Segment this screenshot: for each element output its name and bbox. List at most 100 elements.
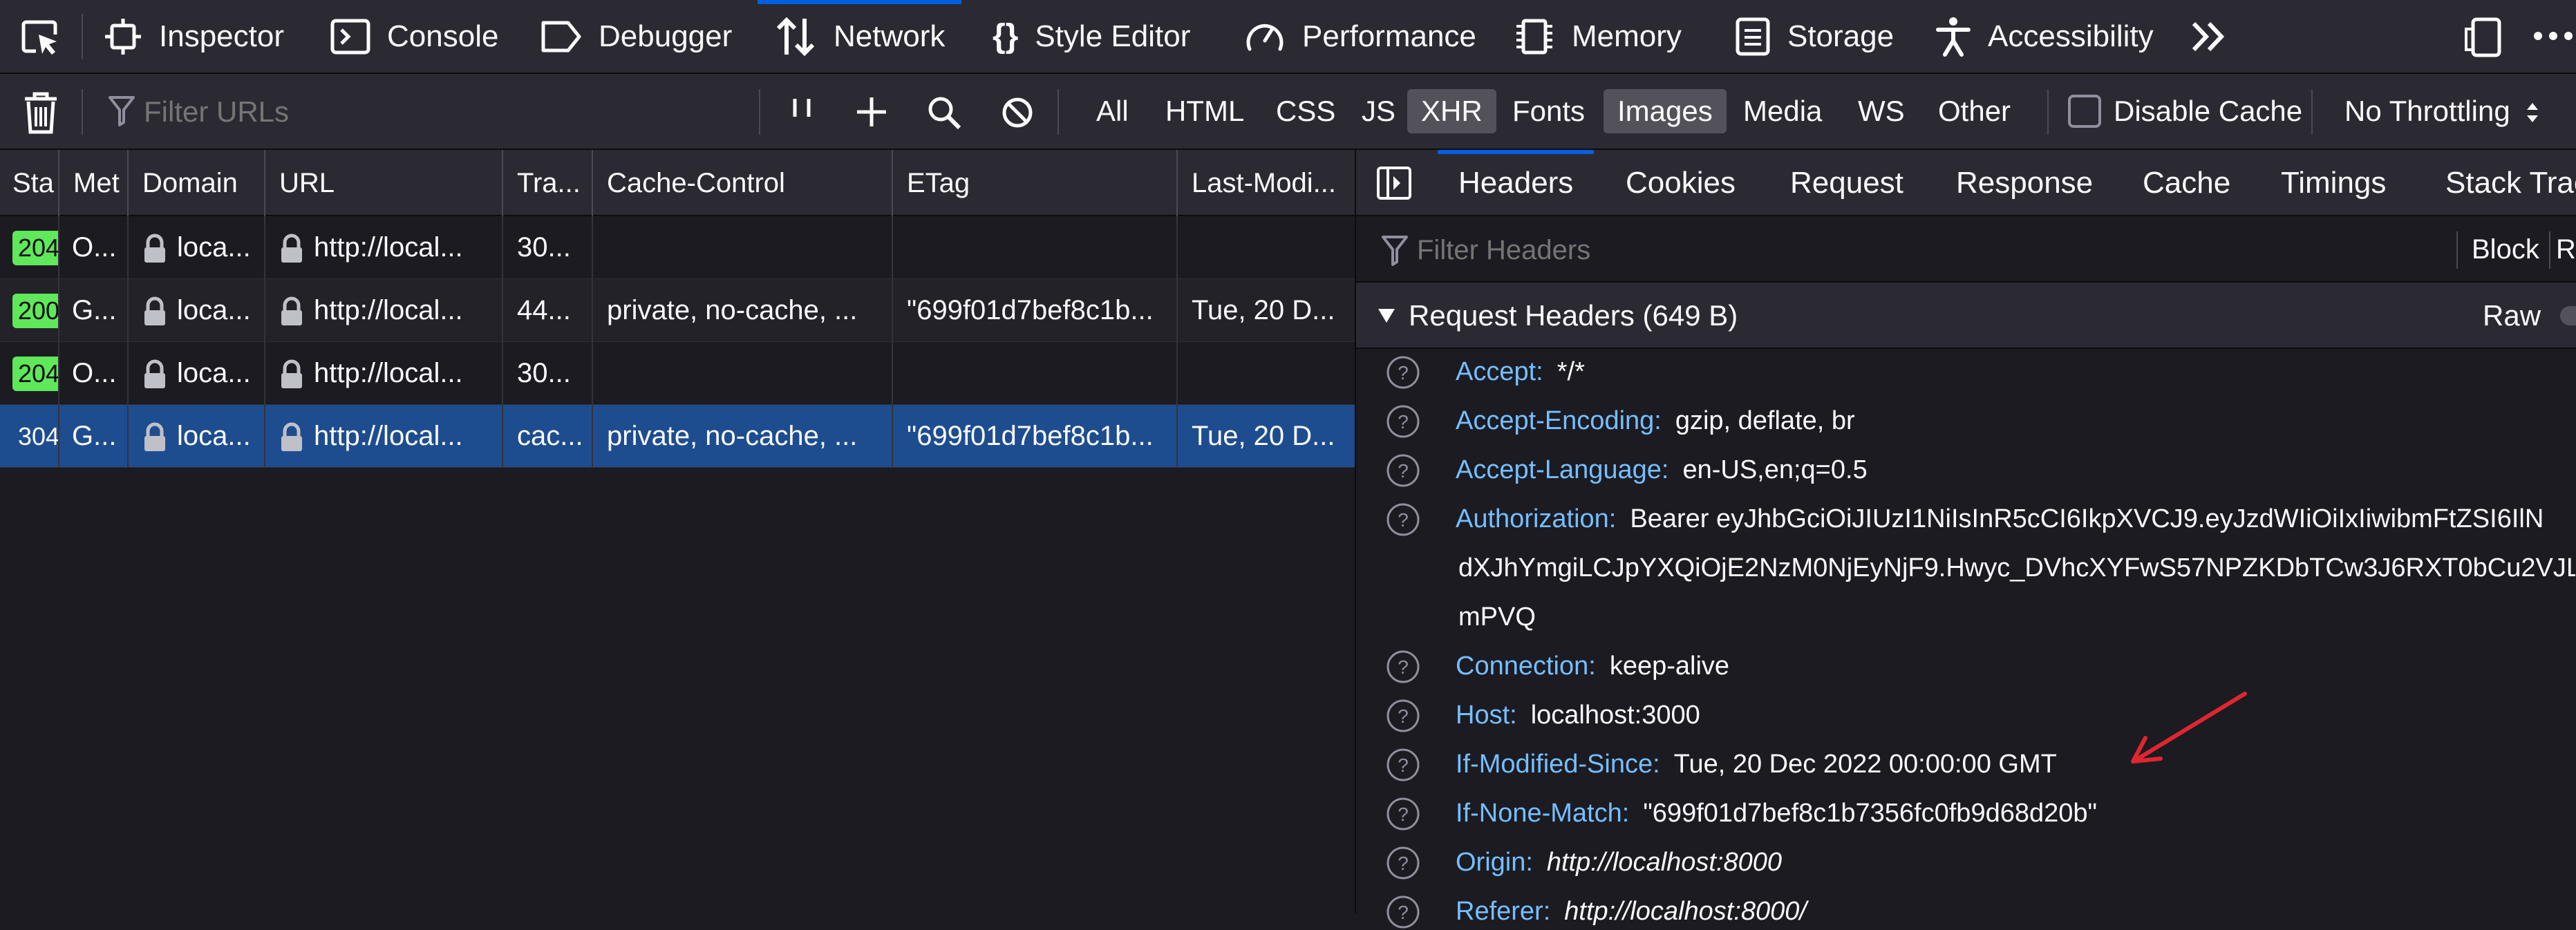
pause-icon[interactable] [788, 95, 816, 128]
disable-cache-checkbox[interactable] [2068, 95, 2101, 128]
header-row[interactable]: Host: localhost:3000 [1456, 701, 2575, 730]
header-value: localhost:3000 [1530, 701, 1700, 730]
column-header-status[interactable]: Sta [0, 150, 59, 216]
type-filter-media[interactable]: Media [1729, 89, 1836, 133]
tab-inspector[interactable]: Inspector [104, 0, 284, 73]
type-filter-css[interactable]: CSS [1262, 89, 1349, 133]
tab-stack-trace[interactable]: Stack Trac [2445, 150, 2576, 216]
tab-style-editor[interactable]: {} Style Editor [993, 0, 1190, 73]
help-question-icon[interactable]: ? [1385, 354, 1421, 390]
tab-response[interactable]: Response [1956, 150, 2093, 216]
help-question-icon[interactable]: ? [1385, 502, 1421, 538]
table-row[interactable]: 200 G... loca... http://local... 44... p… [0, 279, 1355, 342]
lock-icon [279, 422, 304, 453]
help-question-icon[interactable]: ? [1385, 453, 1421, 488]
dock-side-icon[interactable] [2463, 17, 2503, 58]
svg-text:?: ? [1398, 362, 1409, 383]
svg-text:?: ? [1398, 411, 1409, 433]
url-text: http://local... [314, 358, 463, 388]
table-row[interactable]: 204 O... loca... http://local... 30... [0, 342, 1355, 405]
header-row[interactable]: Referer: http://localhost:8000/ [1456, 897, 2575, 927]
more-options-icon[interactable] [2530, 18, 2576, 54]
type-filter-ws[interactable]: WS [1844, 89, 1919, 133]
throttling-value: No Throttling [2344, 95, 2510, 127]
tab-debugger[interactable]: Debugger [539, 0, 732, 73]
tab-cache[interactable]: Cache [2143, 150, 2230, 216]
transferred-cell: 44... [503, 279, 593, 342]
url-text: http://local... [314, 295, 463, 325]
tab-timings[interactable]: Timings [2281, 150, 2386, 216]
tab-cookies[interactable]: Cookies [1626, 150, 1736, 216]
tab-accessibility[interactable]: Accessibility [1935, 0, 2154, 73]
cache-control-cell [593, 342, 893, 405]
tab-network[interactable]: Network [757, 0, 962, 73]
lock-icon [279, 359, 304, 390]
more-tools-chevron-icon[interactable] [2190, 19, 2228, 54]
help-question-icon[interactable]: ? [1385, 649, 1421, 685]
header-value: en-US,en;q=0.5 [1682, 455, 1868, 484]
type-filter-fonts[interactable]: Fonts [1498, 89, 1599, 133]
block-urls-icon[interactable] [1001, 96, 1034, 129]
type-filter-js[interactable]: JS [1348, 89, 1409, 133]
filter-headers-input[interactable] [1416, 229, 2383, 272]
domain-cell: loca... [129, 342, 265, 405]
url-cell: http://local... [265, 405, 503, 468]
request-headers-section-title[interactable]: Request Headers (649 B) Raw [1356, 283, 2576, 349]
header-name: Accept-Encoding: [1456, 406, 1662, 435]
raw-toggle-switch[interactable] [2560, 306, 2576, 325]
column-header-method[interactable]: Met [59, 150, 129, 216]
clear-trash-icon[interactable] [22, 91, 59, 135]
type-filter-all[interactable]: All [1082, 89, 1143, 133]
tab-console[interactable]: Console [330, 0, 498, 73]
header-row[interactable]: If-Modified-Since: Tue, 20 Dec 2022 00:00… [1456, 750, 2575, 779]
column-header-last-modified[interactable]: Last-Modi... [1178, 150, 1355, 216]
block-button[interactable]: Block [2472, 216, 2539, 283]
style-editor-icon: {} [993, 18, 1019, 55]
header-row[interactable]: Authorization: Bearer eyJhbGciOiJIUzI1NiI… [1456, 504, 2575, 534]
header-row[interactable]: Accept-Encoding: gzip, deflate, br [1456, 406, 2575, 436]
column-header-domain[interactable]: Domain [129, 150, 265, 216]
filter-funnel-icon [108, 95, 135, 126]
tab-headers[interactable]: Headers [1437, 150, 1595, 216]
etag-cell [893, 216, 1178, 279]
tab-request[interactable]: Request [1790, 150, 1903, 216]
table-row[interactable]: 304 G... loca... http://local... cac... … [0, 405, 1355, 468]
request-table-header: Sta Met Domain URL Tra... Cache-Control … [0, 150, 1355, 216]
column-header-transferred[interactable]: Tra... [503, 150, 593, 216]
header-value: http://localhost:8000/ [1564, 897, 1807, 926]
search-icon[interactable] [926, 95, 962, 131]
tab-memory[interactable]: Memory [1514, 0, 1682, 73]
help-question-icon[interactable]: ? [1385, 698, 1421, 734]
help-question-icon[interactable]: ? [1385, 796, 1421, 832]
help-question-icon[interactable]: ? [1385, 894, 1421, 930]
collapse-triangle-icon [1377, 307, 1396, 324]
type-filter-other[interactable]: Other [1924, 89, 2024, 133]
type-filter-xhr[interactable]: XHR [1407, 89, 1496, 133]
tab-label: Memory [1572, 19, 1682, 53]
svg-text:?: ? [1398, 853, 1409, 874]
header-row[interactable]: Accept-Language: en-US,en;q=0.5 [1456, 455, 2575, 485]
toggle-sidebar-icon[interactable] [1375, 165, 1413, 201]
header-row[interactable]: Accept: */* [1456, 357, 2575, 387]
add-request-plus-icon[interactable] [854, 95, 889, 129]
column-header-url[interactable]: URL [265, 150, 503, 216]
header-row[interactable]: If-None-Match: "699f01d7bef8c1b7356fc0fb9… [1456, 799, 2575, 828]
type-filter-images[interactable]: Images [1604, 89, 1727, 133]
header-row[interactable]: Origin: http://localhost:8000 [1456, 848, 2575, 877]
help-question-icon[interactable]: ? [1385, 845, 1421, 881]
filter-urls-input[interactable] [142, 91, 744, 133]
help-question-icon[interactable]: ? [1385, 747, 1421, 783]
throttling-select[interactable]: No Throttling [2344, 89, 2510, 133]
type-filter-html[interactable]: HTML [1151, 89, 1258, 133]
column-header-cache-control[interactable]: Cache-Control [593, 150, 893, 216]
help-question-icon[interactable]: ? [1385, 404, 1421, 439]
domain-text: loca... [177, 232, 251, 263]
tab-storage[interactable]: Storage [1735, 0, 1894, 73]
table-row[interactable]: 204 O... loca... http://local... 30... [0, 216, 1355, 279]
resend-button[interactable]: Re [2556, 216, 2576, 283]
column-header-etag[interactable]: ETag [893, 150, 1178, 216]
tab-label: Inspector [159, 19, 284, 53]
element-picker-icon[interactable] [19, 17, 62, 59]
tab-performance[interactable]: Performance [1244, 0, 1476, 73]
header-row[interactable]: Connection: keep-alive [1456, 652, 2575, 681]
